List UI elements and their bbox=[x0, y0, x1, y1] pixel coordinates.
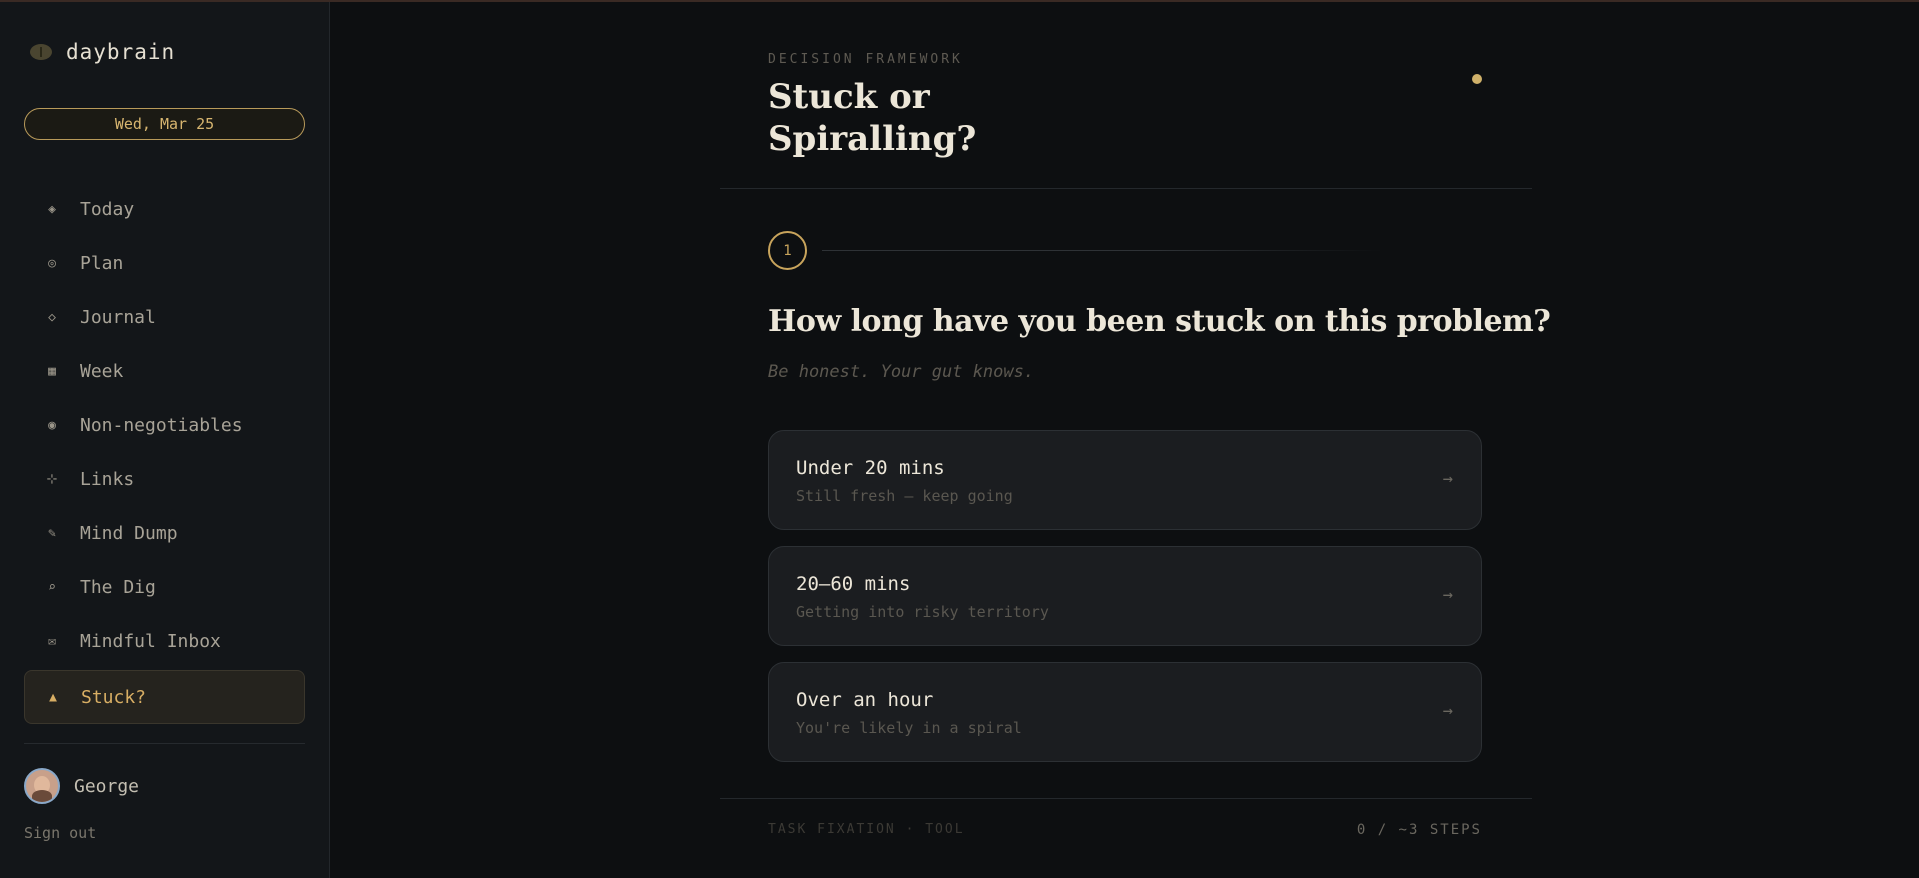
sidebar-item-label: Journal bbox=[80, 306, 156, 328]
sidebar-item-label: The Dig bbox=[80, 576, 156, 598]
main-panel: DECISION FRAMEWORK Stuck or Spiralling? … bbox=[720, 0, 1551, 878]
step-counter: 0 / ~3 STEPS bbox=[1356, 822, 1482, 838]
date-pill[interactable]: Wed, Mar 25 bbox=[24, 108, 305, 140]
footer-tool-label: TASK FIXATION · TOOL bbox=[768, 822, 965, 837]
option-label: Over an hour bbox=[796, 689, 934, 711]
app-name: daybrain bbox=[66, 40, 176, 64]
answer-options: Under 20 mins Still fresh — keep going →… bbox=[768, 430, 1482, 778]
brand[interactable]: daybrain bbox=[30, 40, 175, 64]
sidebar-nav: ◈ Today ◎ Plan ◇ Journal ▦ Week ◉ Non-ne… bbox=[24, 182, 305, 724]
eyebrow-label: DECISION FRAMEWORK bbox=[768, 52, 963, 67]
sidebar-item-non-negotiables[interactable]: ◉ Non-negotiables bbox=[24, 398, 305, 452]
search-icon: ⌕ bbox=[48, 579, 56, 595]
option-subtext: Still fresh — keep going bbox=[796, 487, 1013, 505]
warning-triangle-icon: ▲ bbox=[49, 689, 57, 705]
sidebar-item-label: Week bbox=[80, 360, 124, 382]
step-indicator: 1 bbox=[768, 231, 807, 270]
sidebar-item-week[interactable]: ▦ Week bbox=[24, 344, 305, 398]
sidebar-item-label: Mind Dump bbox=[80, 522, 178, 544]
sign-out-link[interactable]: Sign out bbox=[24, 824, 96, 842]
option-label: Under 20 mins bbox=[796, 457, 945, 479]
option-under-20[interactable]: Under 20 mins Still fresh — keep going → bbox=[768, 430, 1482, 530]
target-icon: ◎ bbox=[48, 255, 56, 271]
sidebar-item-label: Stuck? bbox=[81, 686, 147, 708]
question-text: How long have you been stuck on this pro… bbox=[768, 304, 1551, 339]
brain-icon bbox=[30, 44, 52, 60]
header-divider bbox=[720, 188, 1532, 189]
sidebar: daybrain Wed, Mar 25 ◈ Today ◎ Plan ◇ Jo… bbox=[0, 2, 330, 878]
arrow-right-icon: → bbox=[1442, 469, 1453, 489]
sidebar-item-label: Today bbox=[80, 198, 135, 220]
user-profile[interactable]: George bbox=[24, 768, 139, 804]
sidebar-item-label: Mindful Inbox bbox=[80, 630, 221, 652]
option-20-60[interactable]: 20–60 mins Getting into risky territory … bbox=[768, 546, 1482, 646]
sidebar-item-today[interactable]: ◈ Today bbox=[24, 182, 305, 236]
arrow-right-icon: → bbox=[1442, 585, 1453, 605]
diamond-dot-icon: ◈ bbox=[48, 201, 56, 217]
sidebar-item-the-dig[interactable]: ⌕ The Dig bbox=[24, 560, 305, 614]
sidebar-item-label: Non-negotiables bbox=[80, 414, 243, 436]
sidebar-item-plan[interactable]: ◎ Plan bbox=[24, 236, 305, 290]
user-name: George bbox=[74, 775, 140, 797]
arrow-right-icon: → bbox=[1442, 701, 1453, 721]
sidebar-divider bbox=[24, 743, 305, 744]
sidebar-item-label: Links bbox=[80, 468, 135, 490]
footer-divider bbox=[720, 798, 1532, 799]
sidebar-item-mind-dump[interactable]: ✎ Mind Dump bbox=[24, 506, 305, 560]
avatar bbox=[24, 768, 60, 804]
option-subtext: You're likely in a spiral bbox=[796, 719, 1022, 737]
diamond-icon: ◇ bbox=[48, 309, 56, 325]
question-hint: Be honest. Your gut knows. bbox=[768, 362, 1035, 382]
option-label: 20–60 mins bbox=[796, 573, 911, 595]
sidebar-item-stuck[interactable]: ▲ Stuck? bbox=[24, 670, 305, 724]
option-over-hour[interactable]: Over an hour You're likely in a spiral → bbox=[768, 662, 1482, 762]
step-progress-line bbox=[822, 250, 1382, 251]
sidebar-item-label: Plan bbox=[80, 252, 124, 274]
option-subtext: Getting into risky territory bbox=[796, 603, 1049, 621]
sidebar-item-mindful-inbox[interactable]: ✉ Mindful Inbox bbox=[24, 614, 305, 668]
sparkle-icon: ⊹ bbox=[46, 471, 58, 487]
pencil-icon: ✎ bbox=[48, 525, 56, 541]
status-dot bbox=[1472, 74, 1482, 84]
sidebar-item-journal[interactable]: ◇ Journal bbox=[24, 290, 305, 344]
grid-icon: ▦ bbox=[48, 363, 56, 379]
mail-icon: ✉ bbox=[48, 633, 56, 649]
sidebar-item-links[interactable]: ⊹ Links bbox=[24, 452, 305, 506]
page-title: Stuck or Spiralling? bbox=[768, 77, 977, 159]
filled-circle-icon: ◉ bbox=[48, 417, 56, 433]
